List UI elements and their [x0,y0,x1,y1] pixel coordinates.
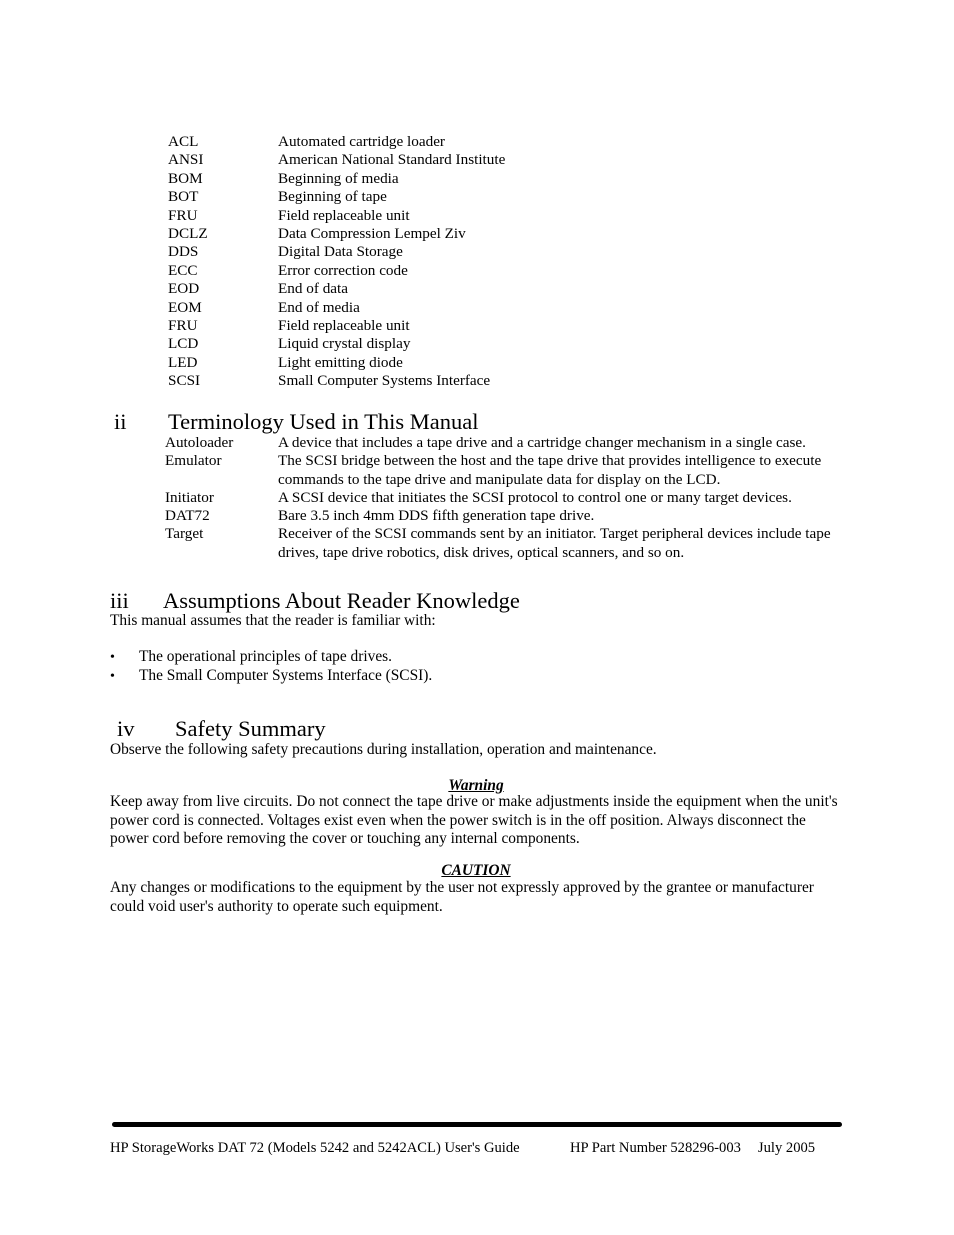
abbreviation-row: LED Light emitting diode [168,354,868,372]
section-number: ii [114,409,127,434]
section-title: Assumptions About Reader Knowledge [163,588,520,613]
list-item-label: The Small Computer Systems Interface (SC… [139,667,433,685]
abbreviation-definition: Field replaceable unit [278,317,410,335]
abbreviation-row: ANSI American National Standard Institut… [168,151,868,169]
abbreviation-row: DCLZ Data Compression Lempel Ziv [168,225,868,243]
abbreviation-term: FRU [168,206,198,224]
abbreviation-term: EOD [168,280,200,298]
terminology-term: DAT72 [165,507,210,525]
abbreviation-definition: American National Standard Institute [278,151,506,169]
abbreviation-term: BOM [168,169,203,187]
abbreviation-term: DDS [168,243,199,261]
caution-heading-label: CAUTION [441,862,511,879]
abbreviation-term: FRU [168,317,198,335]
abbreviation-definition: Field replaceable unit [278,206,410,224]
abbreviation-definition: Data Compression Lempel Ziv [278,225,466,243]
terminology-row: Emulator The SCSI bridge between the hos… [165,452,841,489]
abbreviation-term: ACL [168,133,199,150]
footer-document-title: HP StorageWorks DAT 72 (Models 5242 and … [110,1140,520,1156]
caution-body-text: Any changes or modifications to the equi… [110,879,814,915]
abbreviation-definition: Liquid crystal display [278,335,411,353]
section-number: iv [117,716,135,741]
abbreviation-term: LED [168,353,198,371]
section-heading-terminology: ii Terminology Used in This Manual [114,409,478,435]
footer-date: July 2005 [757,1140,816,1156]
abbreviation-row: EOM End of media [168,299,868,317]
terminology-list: Autoloader A device that includes a tape… [165,434,841,562]
terminology-term: Initiator [165,488,214,506]
abbreviation-row: ACL Automated cartridge loader [168,133,868,151]
abbreviation-definition: Small Computer Systems Interface [278,372,491,390]
warning-heading-label: Warning [448,777,504,794]
footer-part-info: HP Part Number 528296-003 July 2005 [570,1139,815,1157]
list-item: • The Small Computer Systems Interface (… [110,667,710,686]
abbreviation-row: LCD Liquid crystal display [168,335,868,353]
bullet-icon: • [110,650,115,665]
bullet-icon: • [110,669,115,685]
list-item-label: The operational principles of tape drive… [139,648,392,665]
abbreviation-row: BOM Beginning of media [168,170,868,188]
section-title: Terminology Used in This Manual [168,409,479,434]
abbreviation-row: FRU Field replaceable unit [168,207,868,225]
abbreviation-term: ECC [168,261,198,279]
abbreviation-definition: Error correction code [278,261,408,279]
caution-heading: CAUTION [0,862,954,880]
section-title: Safety Summary [175,716,326,741]
abbreviation-row: SCSI Small Computer Systems Interface [168,372,868,390]
abbreviation-term: ANSI [168,151,204,169]
terminology-definition: Receiver of the SCSI commands sent by an… [278,525,831,561]
abbreviation-row: DDS Digital Data Storage [168,243,868,261]
footer-part-number: HP Part Number 528296-003 [570,1140,741,1156]
abbreviation-definition: Digital Data Storage [278,243,403,261]
safety-intro-text: Observe the following safety precautions… [110,741,657,758]
terminology-row: Target Receiver of the SCSI commands sen… [165,525,841,562]
terminology-term: Autoloader [165,434,234,451]
section-heading-assumptions: iii Assumptions About Reader Knowledge [110,588,520,614]
abbreviation-row: ECC Error correction code [168,262,868,280]
warning-body-text: Keep away from live circuits. Do not con… [110,793,838,847]
abbreviation-term: BOT [168,188,199,206]
section-number: iii [110,588,129,613]
abbreviation-definition: End of data [278,280,349,298]
footer-divider [112,1122,842,1127]
terminology-term: Emulator [165,452,222,470]
terminology-definition: A device that includes a tape drive and … [278,434,806,451]
terminology-row: Initiator A SCSI device that initiates t… [165,489,841,507]
list-item: • The operational principles of tape dri… [110,648,710,667]
section-heading-safety: iv Safety Summary [117,716,326,742]
abbreviation-term: SCSI [168,372,201,390]
terminology-definition: Bare 3.5 inch 4mm DDS fifth generation t… [278,507,595,525]
terminology-row: Autoloader A device that includes a tape… [165,434,841,452]
assumptions-intro-text: This manual assumes that the reader is f… [110,612,436,629]
abbreviation-row: FRU Field replaceable unit [168,317,868,335]
terminology-definition: A SCSI device that initiates the SCSI pr… [278,488,792,506]
document-page: ACL Automated cartridge loader ANSI Amer… [0,0,954,1235]
terminology-definition: The SCSI bridge between the host and the… [278,452,822,488]
terminology-row: DAT72 Bare 3.5 inch 4mm DDS fifth genera… [165,507,841,525]
abbreviation-term: LCD [168,335,199,353]
abbreviation-row: EOD End of data [168,280,868,298]
assumptions-bullet-list: • The operational principles of tape dri… [110,648,710,687]
abbreviations-list: ACL Automated cartridge loader ANSI Amer… [168,133,868,391]
abbreviation-term: DCLZ [168,225,208,243]
abbreviation-term: EOM [168,298,202,316]
abbreviation-definition: Automated cartridge loader [278,133,445,150]
abbreviation-definition: Beginning of media [278,169,399,187]
abbreviation-definition: Light emitting diode [278,353,403,371]
abbreviation-definition: Beginning of tape [278,188,387,206]
abbreviation-definition: End of media [278,298,360,316]
abbreviation-row: BOT Beginning of tape [168,188,868,206]
terminology-term: Target [165,525,204,543]
